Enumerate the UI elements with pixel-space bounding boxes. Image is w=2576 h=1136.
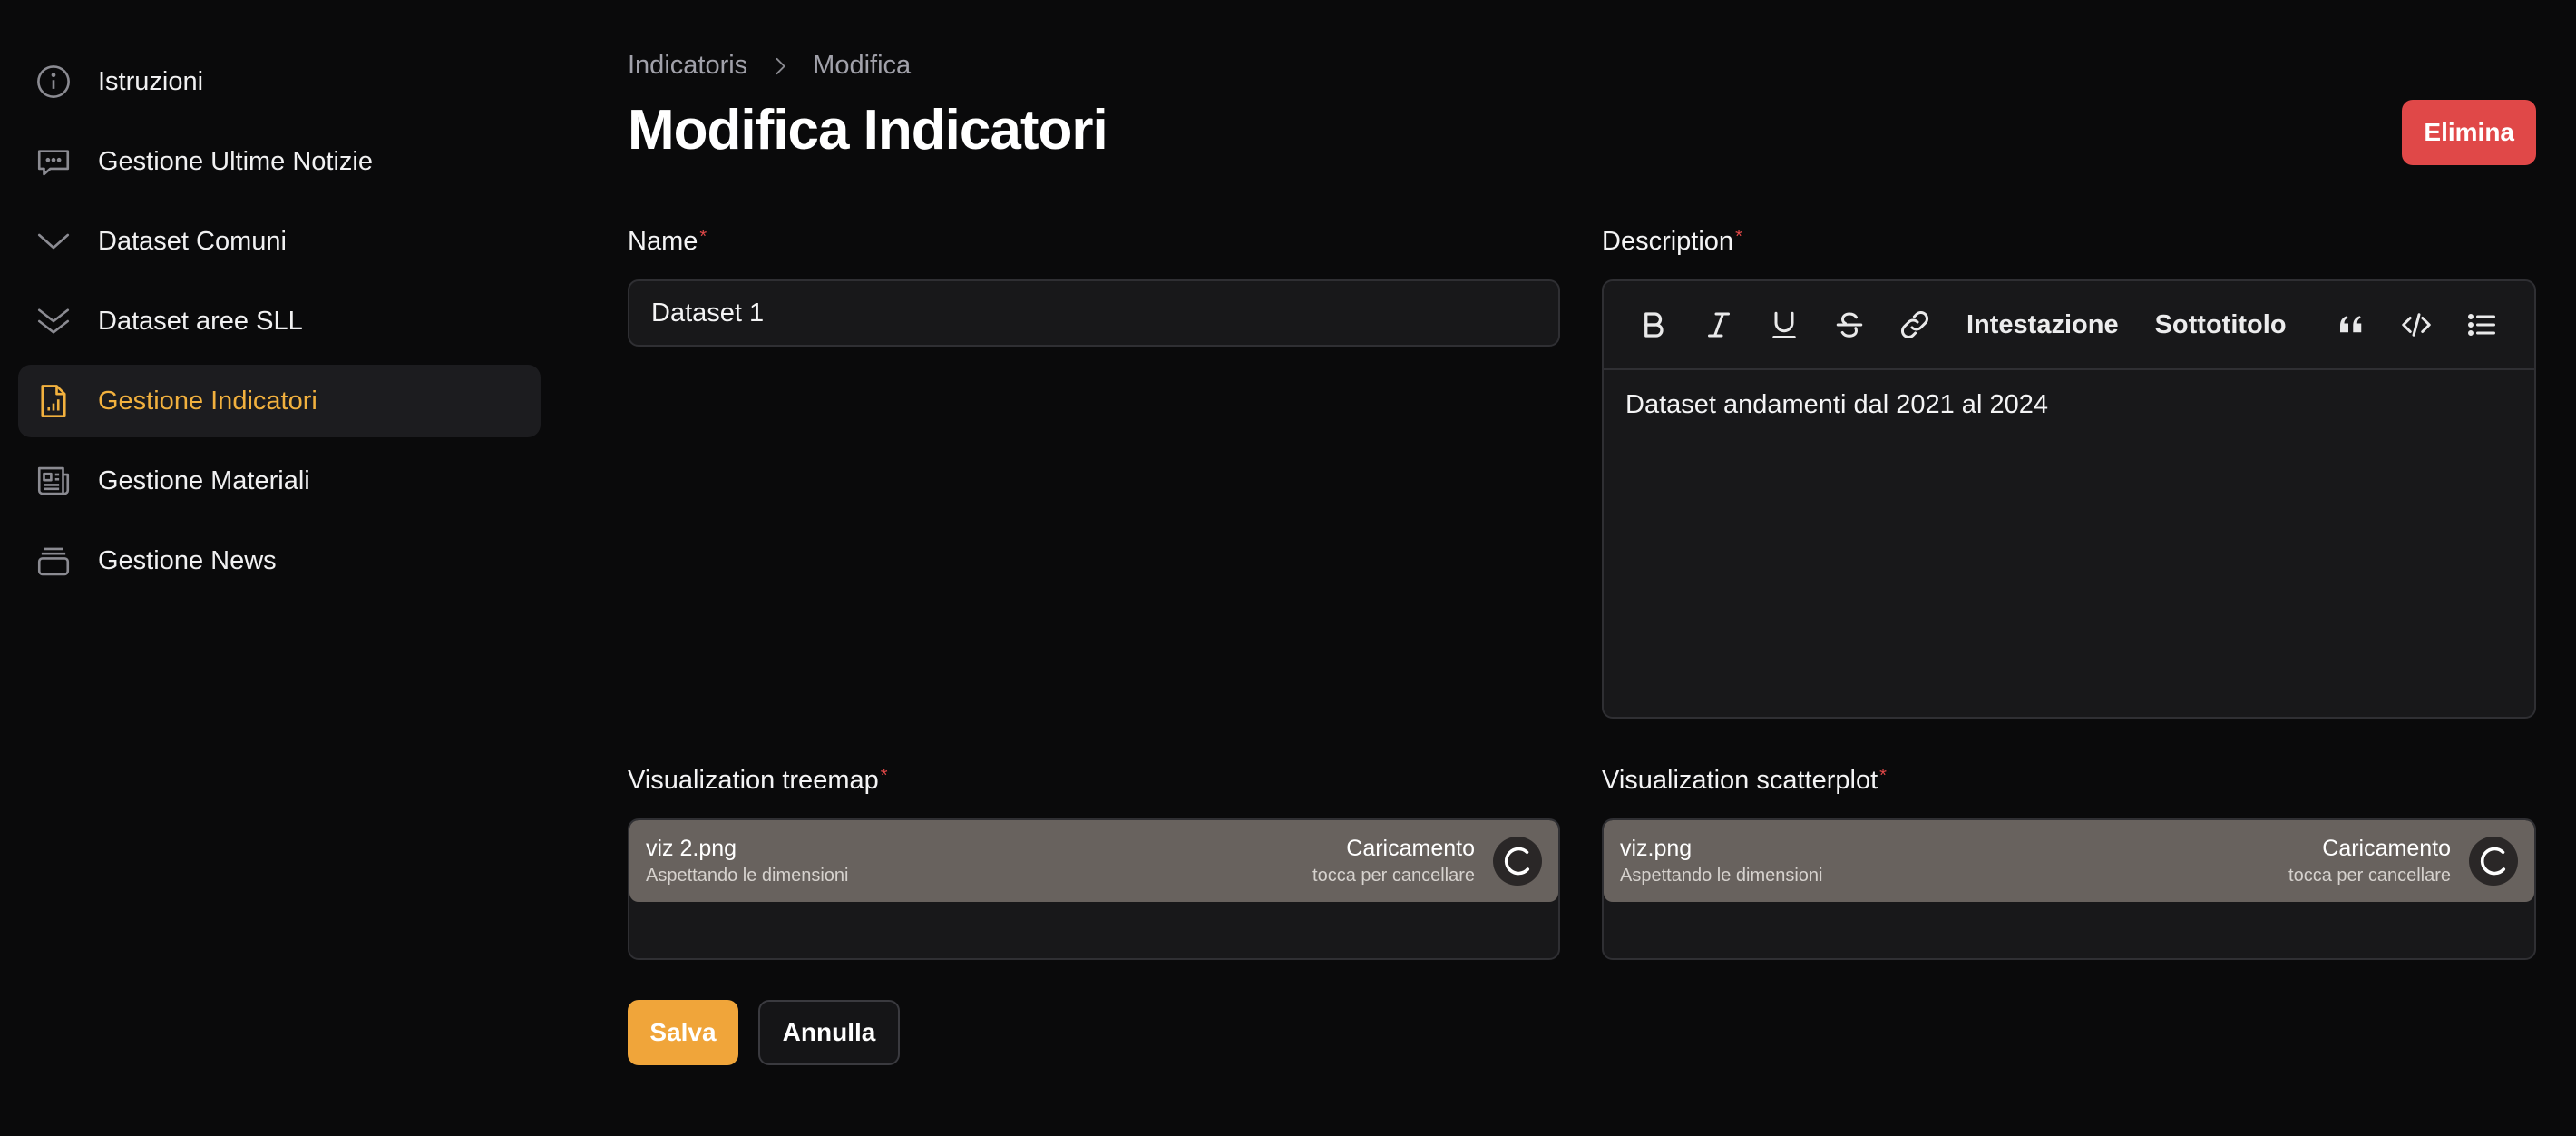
delete-button[interactable]: Elimina [2402,100,2536,165]
treemap-label-text: Visualization treemap [628,766,879,795]
cancel-upload-button[interactable] [2469,837,2518,886]
underline-button[interactable] [1761,302,1807,348]
info-circle-icon [34,63,73,101]
scatterplot-file-item: viz.png Aspettando le dimensioni Caricam… [1604,820,2534,902]
sidebar-item-gestione-indicatori[interactable]: Gestione Indicatori [18,365,541,437]
chevron-down-icon [34,222,73,260]
description-label-text: Description [1602,227,1734,256]
treemap-upload[interactable]: viz 2.png Aspettando le dimensioni Caric… [628,818,1560,960]
code-block-button[interactable] [2394,302,2439,348]
sidebar-item-label: Gestione News [98,545,277,575]
spinner-icon [2480,847,2506,876]
sidebar: Istruzioni Gestione Ultime Notizie Datas… [18,45,541,604]
sidebar-item-label: Istruzioni [98,66,204,96]
page-title: Modifica Indicatori [628,99,1108,162]
required-marker: * [1879,766,1887,786]
heading-button[interactable]: Intestazione [1966,310,2119,340]
chevron-right-icon [776,57,785,74]
breadcrumb-parent-link[interactable]: Indicatoris [628,51,747,81]
sidebar-item-label: Gestione Indicatori [98,386,317,416]
sidebar-item-label: Dataset Comuni [98,226,287,256]
name-input[interactable] [628,279,1560,347]
link-icon [1901,311,1928,338]
save-button[interactable]: Salva [628,1000,738,1065]
bold-button[interactable] [1631,302,1676,348]
scatterplot-label: Visualization scatterplot * [1602,766,1887,796]
bold-icon [1644,312,1664,338]
upload-hint: tocca per cancellare [2288,866,2451,886]
required-marker: * [1735,227,1742,247]
sidebar-item-ultime-notizie[interactable]: Gestione Ultime Notizie [18,125,541,198]
scatterplot-label-text: Visualization scatterplot [1602,766,1878,795]
required-marker: * [880,766,888,786]
spinner-icon [1504,847,1530,876]
strikethrough-icon [1836,312,1863,338]
sidebar-item-dataset-comuni[interactable]: Dataset Comuni [18,205,541,278]
file-status: Aspettando le dimensioni [1620,866,1823,886]
scatterplot-upload[interactable]: viz.png Aspettando le dimensioni Caricam… [1602,818,2536,960]
quote-icon [2339,316,2361,333]
double-chevron-down-icon [34,302,73,340]
sidebar-item-gestione-materiali[interactable]: Gestione Materiali [18,445,541,517]
sidebar-item-label: Gestione Materiali [98,465,310,495]
treemap-label: Visualization treemap * [628,766,888,796]
description-label: Description * [1602,227,1742,257]
required-marker: * [699,227,707,247]
bullet-list-button[interactable] [2459,302,2504,348]
link-button[interactable] [1892,302,1937,348]
sidebar-item-label: Dataset aree SLL [98,306,303,336]
upload-hint: tocca per cancellare [1312,866,1475,886]
name-label-text: Name [628,227,698,256]
code-icon [2401,313,2431,337]
file-name: viz 2.png [646,836,737,861]
cancel-button[interactable]: Annulla [758,1000,900,1065]
strikethrough-button[interactable] [1827,302,1872,348]
sidebar-item-gestione-news[interactable]: Gestione News [18,524,541,597]
file-name: viz.png [1620,836,1693,861]
blockquote-button[interactable] [2328,302,2374,348]
italic-button[interactable] [1696,302,1742,348]
description-editor: Intestazione Sottotitolo Dataset andamen… [1602,279,2536,719]
cancel-upload-button[interactable] [1493,837,1542,886]
description-editor-content[interactable]: Dataset andamenti dal 2021 al 2024 [1604,370,2534,440]
sidebar-item-label: Gestione Ultime Notizie [98,146,373,176]
document-chart-icon [34,382,73,420]
breadcrumb: Indicatoris Modifica [628,51,911,81]
stack-icon [34,542,73,580]
chat-bubble-icon [34,142,73,181]
italic-icon [1708,312,1730,338]
upload-status: Caricamento [2322,836,2451,861]
file-status: Aspettando le dimensioni [646,866,849,886]
newspaper-icon [34,462,73,500]
editor-toolbar: Intestazione Sottotitolo [1604,281,2534,370]
sidebar-item-dataset-aree-sll[interactable]: Dataset aree SLL [18,285,541,357]
subheading-button[interactable]: Sottotitolo [2155,310,2287,340]
sidebar-item-istruzioni[interactable]: Istruzioni [18,45,541,118]
name-label: Name * [628,227,707,257]
underline-icon [1772,311,1796,338]
list-icon [2467,314,2495,336]
breadcrumb-current: Modifica [813,51,912,80]
treemap-file-item: viz 2.png Aspettando le dimensioni Caric… [629,820,1558,902]
upload-status: Caricamento [1346,836,1475,861]
